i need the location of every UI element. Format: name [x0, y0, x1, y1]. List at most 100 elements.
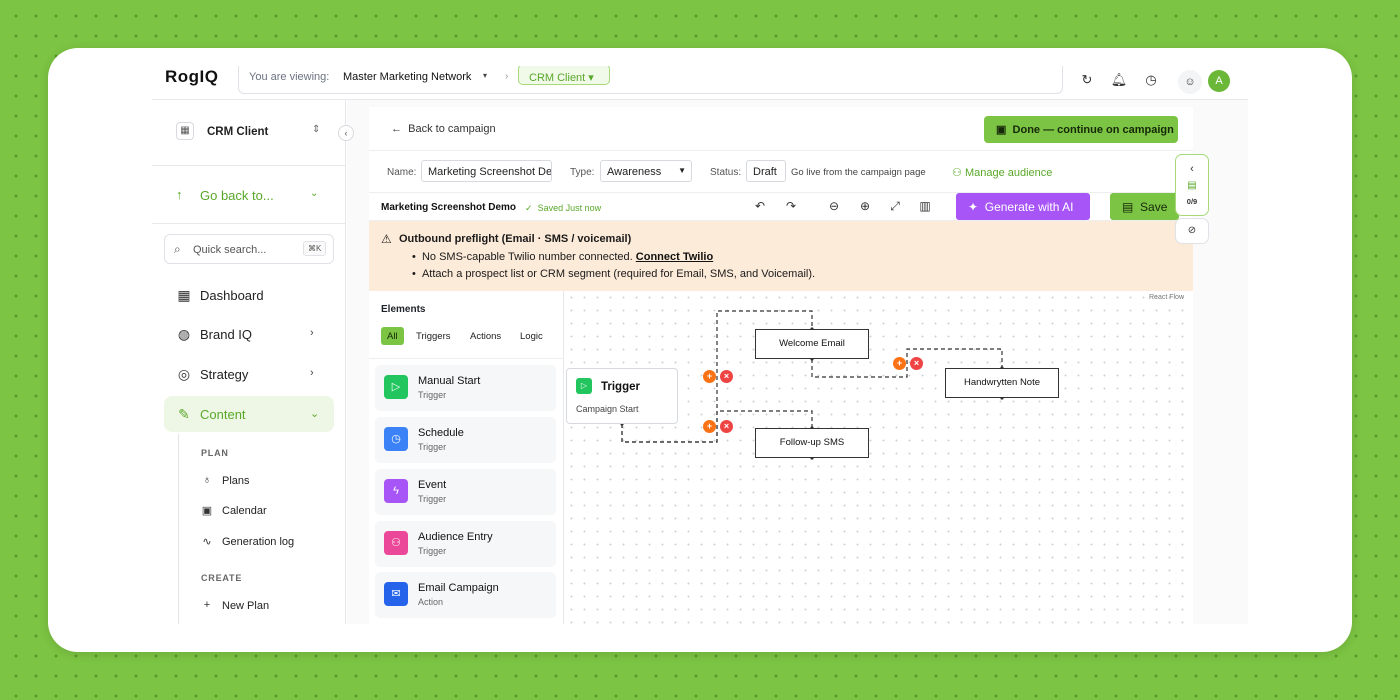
type-label: Type:: [570, 167, 595, 178]
clipboard-icon: ▤: [1187, 180, 1197, 191]
flow-node-welcome-email[interactable]: Welcome Email: [755, 329, 869, 359]
chevron-right-icon: ›: [310, 327, 314, 339]
manage-audience-link[interactable]: ⚇ Manage audience: [952, 166, 1052, 179]
delete-edge-icon[interactable]: ×: [720, 420, 733, 433]
lightbulb-icon: ♁: [202, 474, 212, 486]
org-switcher[interactable]: ▦ CRM Client ⇕: [152, 100, 346, 166]
react-flow-attribution: React Flow: [1149, 294, 1185, 301]
subnav-calendar[interactable]: ▣ Calendar: [200, 500, 330, 522]
network-switcher[interactable]: You are viewing: Master Marketing Networ…: [238, 66, 1063, 94]
save-button[interactable]: ▤ Save: [1110, 193, 1179, 220]
chevron-down-icon: ⌄: [310, 188, 319, 199]
trigger-node[interactable]: ▷ Trigger Campaign Start: [566, 368, 678, 424]
connect-twilio-link[interactable]: Connect Twilio: [636, 251, 713, 263]
done-label: Done — continue on campaign: [1012, 124, 1174, 136]
back-label: Back to campaign: [408, 123, 496, 135]
campaign-meta: Name: Marketing Screenshot Demo Type: Aw…: [369, 151, 1193, 193]
trigger-title: Trigger: [601, 381, 640, 393]
generate-ai-button[interactable]: ✦ Generate with AI: [956, 193, 1090, 220]
elements-panel: Elements All Triggers Actions Logic ▷ Ma…: [369, 291, 564, 624]
tab-triggers[interactable]: Triggers: [410, 327, 457, 345]
chevron-updown-icon: ⇕: [312, 124, 321, 135]
subnav-new-plan[interactable]: + New Plan: [200, 595, 330, 617]
building-icon: ▦: [176, 122, 194, 140]
nav-strategy[interactable]: ◎ Strategy ›: [164, 356, 334, 392]
status-note: Go live from the campaign page: [791, 167, 926, 178]
zoom-out-icon[interactable]: ⊖: [826, 199, 842, 213]
add-step-icon[interactable]: +: [893, 357, 906, 370]
name-label: Name:: [387, 167, 417, 178]
element-schedule[interactable]: ◷ Schedule Trigger: [375, 417, 556, 463]
type-select[interactable]: Awareness ▼: [600, 160, 692, 182]
help-icon[interactable]: ◷: [1142, 72, 1160, 90]
tab-logic[interactable]: Logic: [514, 327, 549, 345]
type-value: Awareness: [607, 166, 662, 178]
checklist-rail[interactable]: ‹ ▤ 0/9: [1175, 154, 1209, 216]
done-button[interactable]: ▣ Done — continue on campaign: [984, 116, 1178, 143]
fit-view-icon[interactable]: ⤢: [887, 199, 903, 214]
preflight-line: • No SMS-capable Twilio number connected…: [412, 251, 714, 263]
chevron-right-icon: ›: [505, 71, 509, 82]
nav-label: Content: [200, 407, 246, 422]
delete-edge-icon[interactable]: ×: [720, 370, 733, 383]
back-to-campaign-link[interactable]: ← Back to campaign: [391, 123, 496, 135]
flow-toolbar: Marketing Screenshot Demo ✓ Saved Just n…: [369, 193, 1193, 221]
redo-icon[interactable]: ↷: [783, 199, 799, 213]
name-input[interactable]: Marketing Screenshot Demo: [421, 160, 552, 182]
zoom-in-icon[interactable]: ⊕: [857, 199, 873, 213]
status-label: Status:: [710, 167, 742, 178]
history-icon[interactable]: ↻: [1078, 72, 1096, 90]
bell-icon[interactable]: 🔔︎: [1110, 72, 1128, 90]
element-event[interactable]: ϟ Event Trigger: [375, 469, 556, 515]
tab-all[interactable]: All: [381, 327, 404, 345]
client-select[interactable]: CRM Client ▾: [518, 66, 610, 85]
element-name: Schedule: [418, 427, 464, 439]
delete-edge-icon[interactable]: ×: [910, 357, 923, 370]
preflight-text: No SMS-capable Twilio number connected.: [421, 251, 633, 263]
element-email-campaign[interactable]: ✉ Email Campaign Action: [375, 572, 556, 618]
quick-search[interactable]: ⌕ Quick search... ⌘K: [164, 234, 334, 264]
editor-header: ← Back to campaign ▣ Done — continue on …: [369, 107, 1193, 151]
map-icon[interactable]: ▥: [917, 199, 933, 213]
main-area: ← Back to campaign ▣ Done — continue on …: [347, 100, 1248, 624]
subnav-line: [178, 434, 179, 624]
plus-icon: +: [203, 599, 211, 611]
flow-node-handwrytten-note[interactable]: Handwrytten Note: [945, 368, 1059, 398]
go-back-menu[interactable]: ↑ Go back to... ⌄: [152, 166, 346, 224]
campaign-title: Marketing Screenshot Demo: [381, 202, 517, 213]
pen-icon: ✎: [178, 406, 190, 422]
undo-icon[interactable]: ↶: [752, 199, 768, 213]
flow-node-follow-up-sms[interactable]: Follow-up SMS: [755, 428, 869, 458]
network-select[interactable]: Master Marketing Network: [343, 71, 471, 83]
nav-dashboard[interactable]: ▦ Dashboard: [164, 277, 334, 313]
arrow-up-icon: ↑: [176, 187, 183, 202]
avatar[interactable]: A: [1208, 70, 1230, 92]
collapse-sidebar-button[interactable]: ‹: [338, 125, 354, 141]
nav-label: Brand IQ: [200, 327, 253, 342]
grid-icon: ▦: [177, 287, 191, 303]
add-step-icon[interactable]: +: [703, 370, 716, 383]
palette-icon: ◍: [177, 326, 191, 342]
target-icon: ◎: [177, 366, 191, 382]
block-icon[interactable]: ⊘: [1175, 218, 1209, 244]
ghost-icon[interactable]: ☺: [1178, 70, 1202, 94]
subnav-label: Generation log: [222, 536, 295, 548]
arrow-left-icon: ←: [391, 123, 402, 135]
subnav-label: New Plan: [222, 600, 270, 612]
save-icon: ▤: [1122, 200, 1134, 214]
add-step-icon[interactable]: +: [703, 420, 716, 433]
tab-actions[interactable]: Actions: [464, 327, 507, 345]
top-bar: RogIQ You are viewing: Master Marketing …: [152, 66, 1248, 100]
chevron-right-icon: ›: [310, 367, 314, 379]
element-manual-start[interactable]: ▷ Manual Start Trigger: [375, 365, 556, 411]
chevron-left-icon: ‹: [1190, 163, 1194, 175]
nav-brand-iq[interactable]: ◍ Brand IQ ›: [164, 316, 334, 352]
subnav-generation-log[interactable]: ∿ Generation log: [200, 531, 330, 553]
client-label: CRM Client: [529, 72, 586, 84]
preflight-heading: Outbound preflight (Email · SMS / voicem…: [399, 233, 632, 245]
nav-content[interactable]: ✎ Content ⌄: [164, 396, 334, 432]
element-audience-entry[interactable]: ⚇ Audience Entry Trigger: [375, 521, 556, 567]
subnav-plans[interactable]: ♁ Plans: [200, 470, 330, 492]
flow-canvas[interactable]: React Flow ▷ Trigger Campaign Start Welc…: [565, 291, 1193, 624]
warning-icon: ⚠: [381, 232, 392, 246]
